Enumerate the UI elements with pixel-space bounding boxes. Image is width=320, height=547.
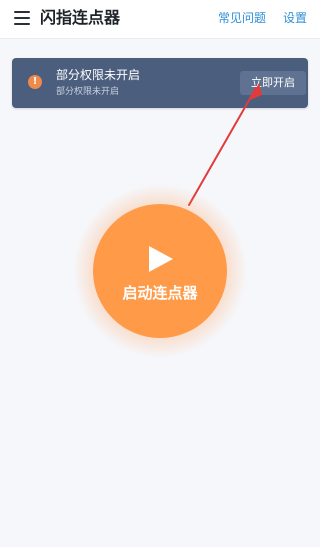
play-icon — [149, 246, 173, 272]
start-button-label: 启动连点器 — [122, 284, 198, 302]
start-clicker-button[interactable]: 启动连点器 — [93, 204, 227, 338]
